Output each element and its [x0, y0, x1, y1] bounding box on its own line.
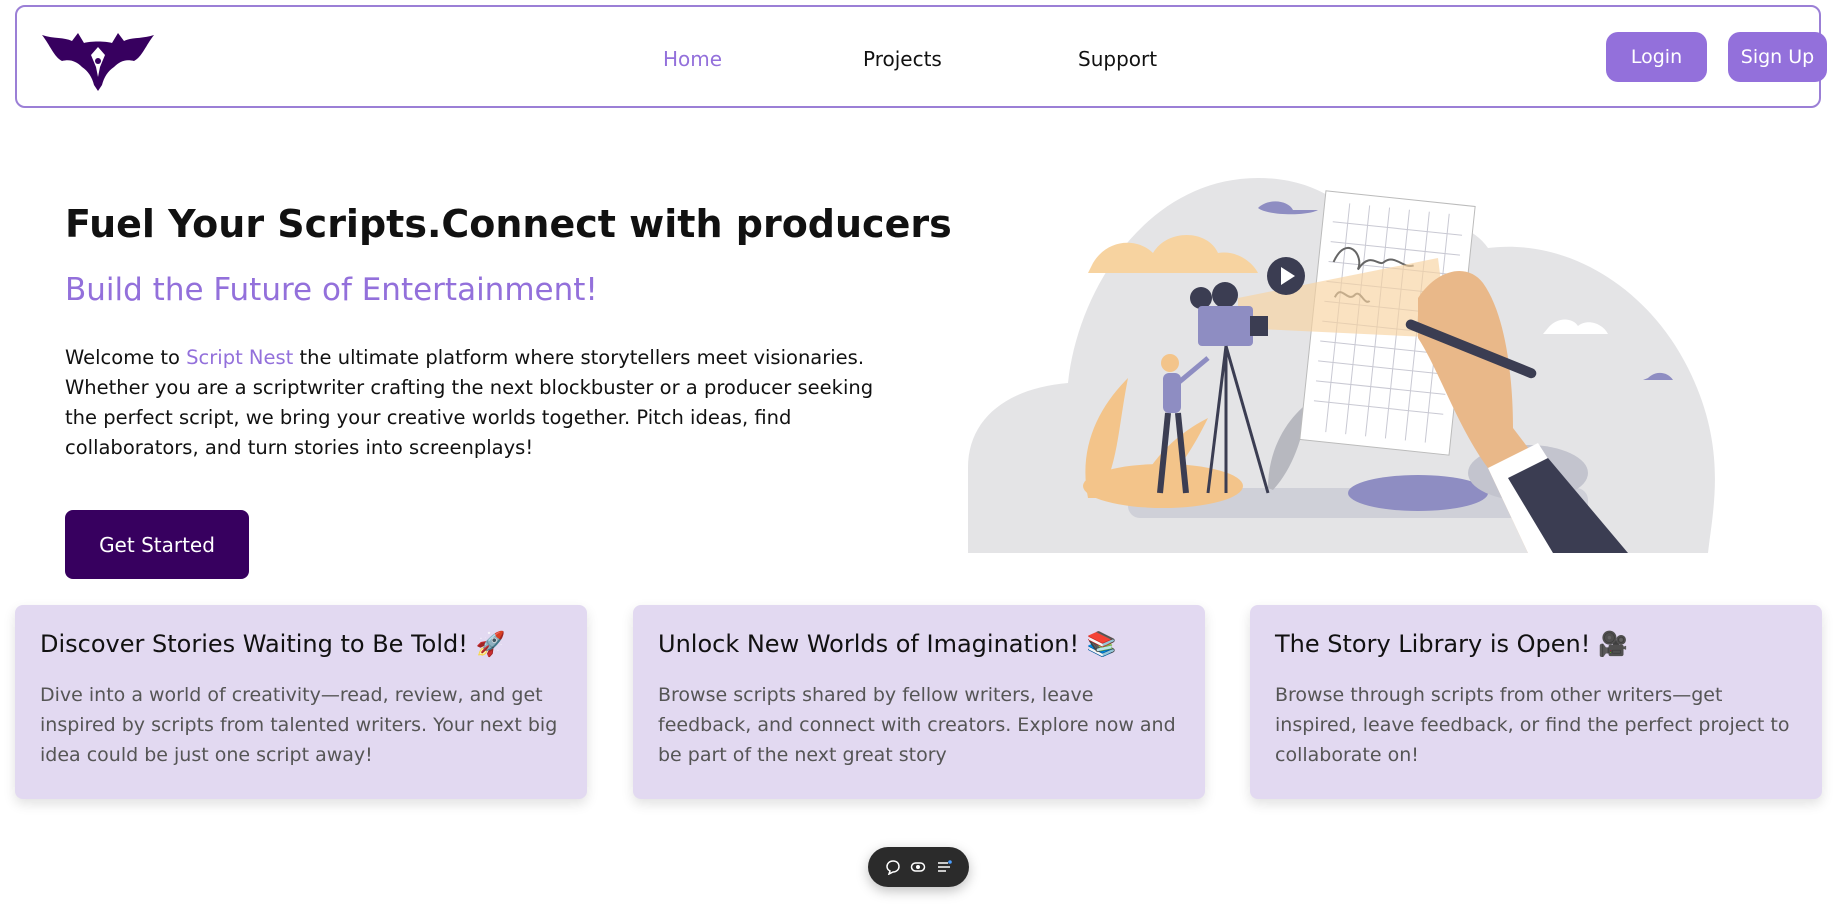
signup-button[interactable]: Sign Up	[1728, 32, 1827, 82]
eye-icon[interactable]	[909, 858, 927, 876]
floating-toolbar	[868, 847, 969, 887]
navbar: Home Projects Support Login Sign Up	[15, 5, 1827, 108]
card-text: Dive into a world of creativity—read, re…	[40, 684, 558, 766]
chat-icon[interactable]	[884, 858, 902, 876]
card-text: Browse scripts shared by fellow writers,…	[658, 684, 1176, 766]
nav-home-link[interactable]: Home	[663, 47, 722, 71]
card-library: The Story Library is Open! 🎥 Browse thro…	[1250, 605, 1822, 799]
hero-description: Welcome to Script Nest the ultimate plat…	[65, 343, 900, 463]
nav-support-link[interactable]: Support	[1078, 47, 1157, 71]
bat-logo-icon[interactable]	[42, 31, 154, 91]
get-started-button[interactable]: Get Started	[65, 510, 249, 579]
hero-subtitle: Build the Future of Entertainment!	[65, 272, 598, 308]
card-unlock: Unlock New Worlds of Imagination! 📚 Brow…	[633, 605, 1205, 799]
card-title: The Story Library is Open! 🎥	[1275, 630, 1628, 658]
nav-projects-link[interactable]: Projects	[863, 47, 942, 71]
login-button[interactable]: Login	[1606, 32, 1707, 82]
card-text: Browse through scripts from other writer…	[1275, 684, 1790, 766]
brand-name: Script Nest	[186, 346, 294, 369]
card-title: Discover Stories Waiting to Be Told! 🚀	[40, 630, 506, 658]
hero-title: Fuel Your Scripts.Connect with producers	[65, 202, 952, 246]
hero-illustration	[968, 168, 1723, 553]
card-title: Unlock New Worlds of Imagination! 📚	[658, 630, 1117, 658]
card-discover: Discover Stories Waiting to Be Told! 🚀 D…	[15, 605, 587, 799]
menu-icon[interactable]	[935, 858, 953, 876]
hero-desc-prefix: Welcome to	[65, 346, 187, 369]
